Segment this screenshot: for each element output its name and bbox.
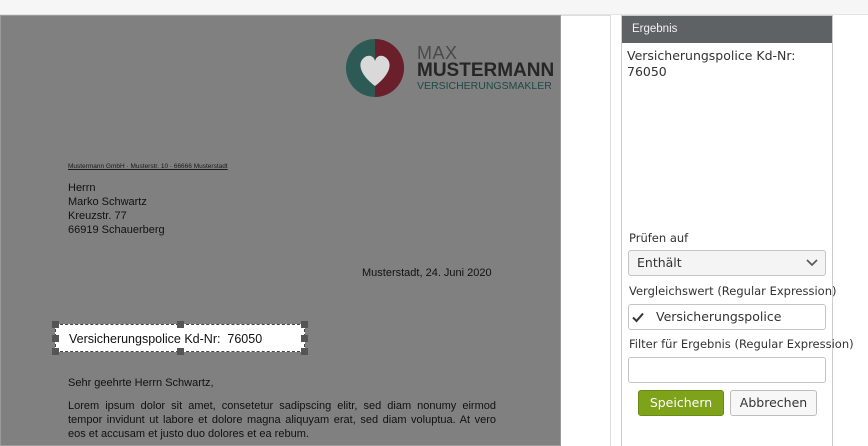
heart-logo-icon — [346, 39, 404, 97]
compare-input[interactable]: Versicherungspolice — [628, 304, 826, 330]
recipient-line: Herrn — [68, 182, 96, 194]
check-select-value: Enthält — [637, 255, 682, 270]
recipient-address: Herrn Marko Schwartz Kreuzstr. 77 66919 … — [68, 181, 165, 237]
save-button[interactable]: Speichern — [638, 390, 724, 416]
panel-title: Ergebnis — [622, 16, 832, 43]
logo-text-subtitle: VERSICHERUNGSMAKLER — [417, 80, 552, 92]
cancel-button[interactable]: Abbrechen — [730, 390, 817, 416]
chevron-down-icon — [806, 259, 818, 267]
recipient-line: Marko Schwartz — [68, 196, 147, 208]
check-label: Prüfen auf — [629, 231, 689, 245]
result-text: Versicherungspolice Kd-Nr: 76050 — [627, 48, 827, 80]
recipient-line: Kreuzstr. 77 — [68, 210, 127, 222]
letter-date: Musterstadt, 24. Juni 2020 — [362, 267, 492, 279]
compare-label: Vergleichswert (Regular Expression) — [629, 284, 837, 298]
check-select[interactable]: Enthält — [628, 250, 826, 276]
resize-handle-right[interactable] — [301, 335, 308, 342]
resize-handle-top[interactable] — [177, 321, 184, 328]
filter-label: Filter für Ergebnis (Regular Expression) — [629, 337, 854, 351]
resize-handle-top-left[interactable] — [52, 321, 59, 328]
result-panel: Ergebnis Versicherungspolice Kd-Nr: 7605… — [621, 15, 854, 446]
salutation: Sehr geehrte Herrn Schwartz, — [68, 377, 214, 389]
document-page: MAX MUSTERMANN VERSICHERUNGSMAKLER Muste… — [0, 15, 561, 446]
resize-handle-top-right[interactable] — [301, 321, 308, 328]
top-bar — [0, 0, 868, 15]
logo-text-mustermann: MUSTERMANN — [417, 60, 555, 81]
compare-input-value: Versicherungspolice — [656, 309, 782, 324]
resize-handle-bottom-left[interactable] — [52, 348, 59, 355]
document-margin — [561, 15, 611, 446]
filter-input[interactable] — [628, 357, 826, 383]
resize-handle-left[interactable] — [52, 335, 59, 342]
result-line: 76050 — [627, 64, 667, 79]
sender-line: Mustermann GmbH · Musterstr. 10 · 66666 … — [68, 163, 228, 170]
recipient-line: 66919 Schauerberg — [68, 224, 165, 236]
letter-body: Lorem ipsum dolor sit amet, consetetur s… — [68, 400, 496, 440]
result-line: Versicherungspolice Kd-Nr: — [627, 48, 796, 63]
document-viewer: MAX MUSTERMANN VERSICHERUNGSMAKLER Muste… — [0, 15, 611, 446]
checkmark-icon — [632, 312, 644, 323]
resize-handle-bottom-right[interactable] — [301, 348, 308, 355]
resize-handle-bottom[interactable] — [177, 348, 184, 355]
company-logo: MAX MUSTERMANN VERSICHERUNGSMAKLER — [345, 38, 554, 100]
selection-text: Versicherungspolice Kd-Nr: 76050 — [69, 332, 263, 346]
